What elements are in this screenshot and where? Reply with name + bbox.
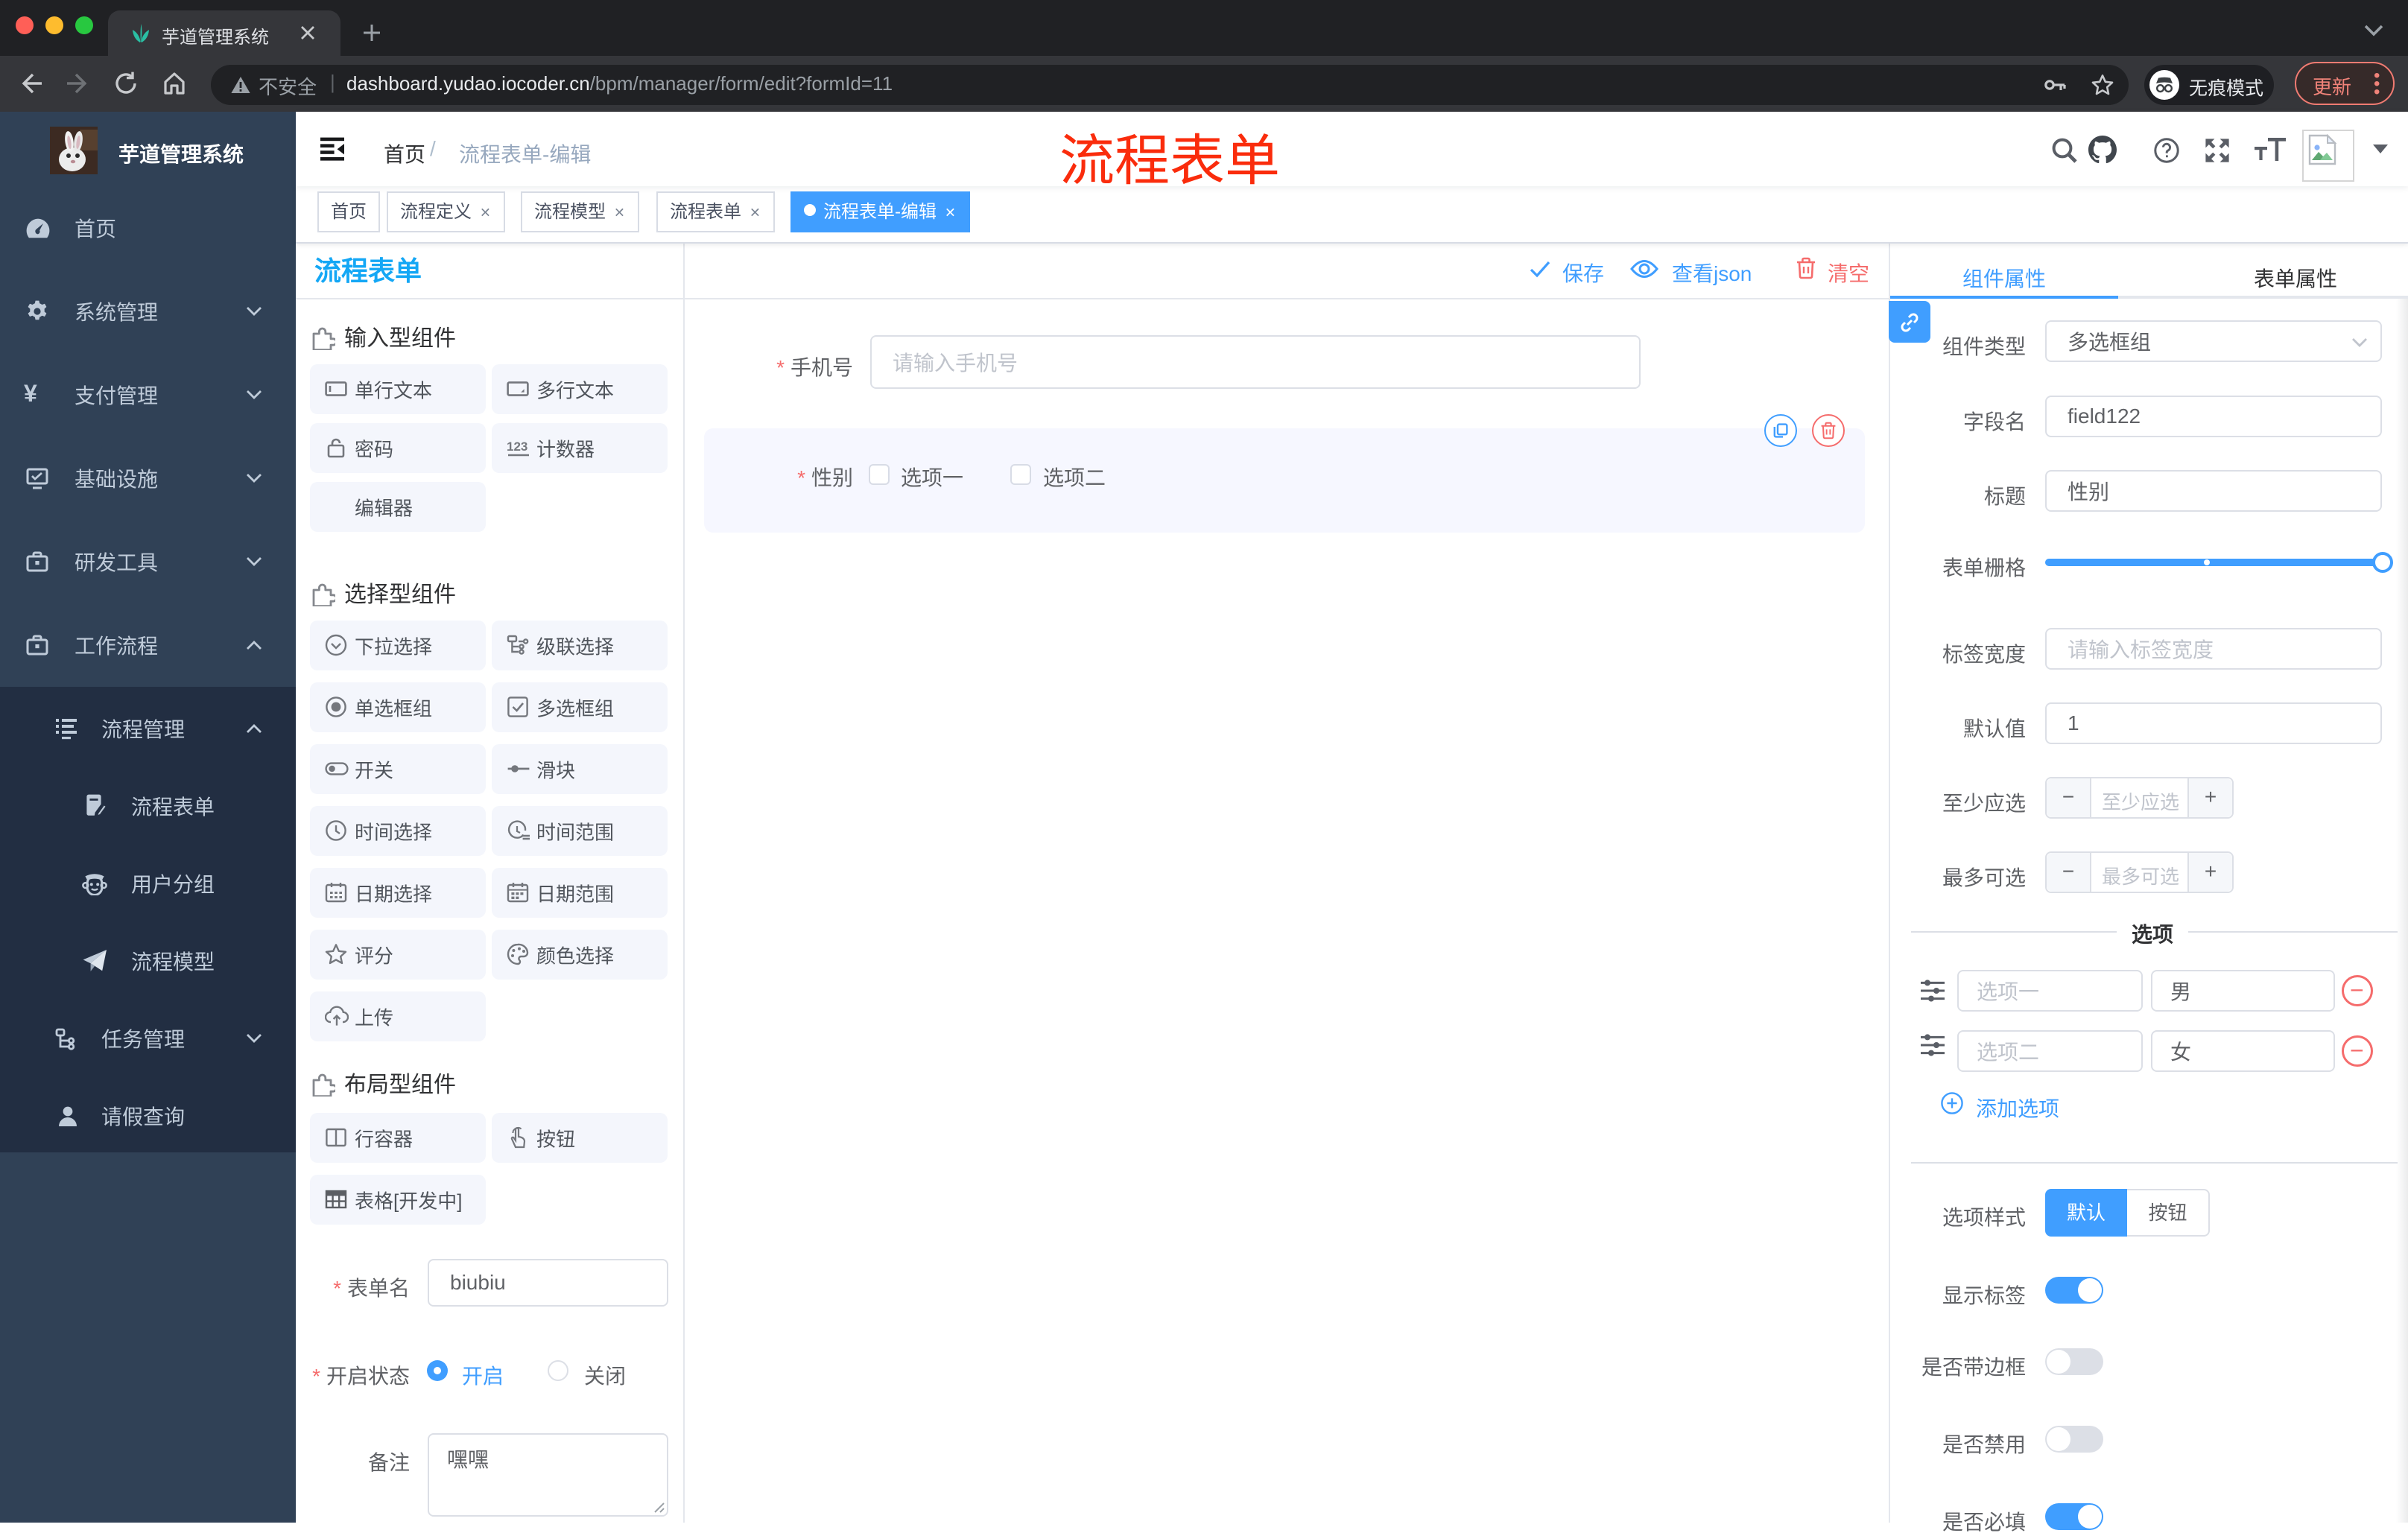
svg-text:123: 123: [507, 439, 527, 454]
